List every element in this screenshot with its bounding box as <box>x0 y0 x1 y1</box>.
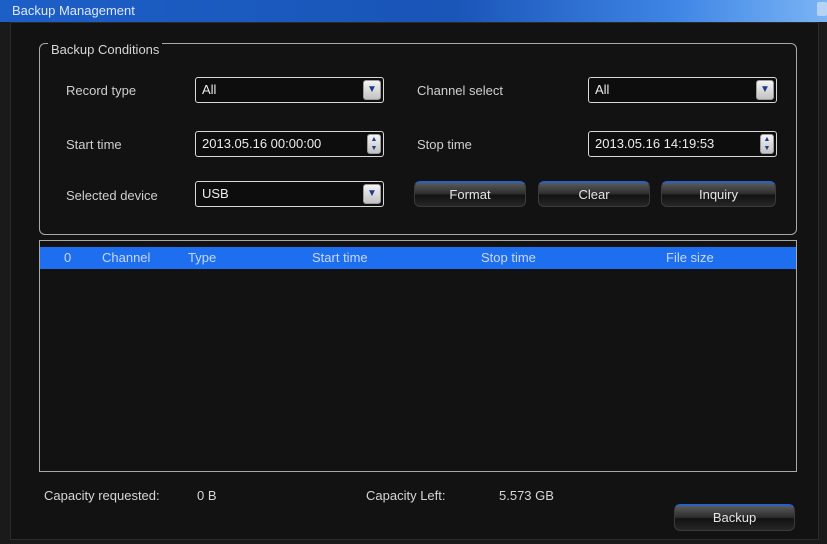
spin-up-icon[interactable]: ▲ <box>761 135 773 144</box>
capacity-requested-value: 0 B <box>197 488 217 503</box>
backup-conditions-legend: Backup Conditions <box>48 43 163 57</box>
results-table[interactable]: 0 Channel Type Start time Stop time File… <box>39 240 797 472</box>
start-time-input[interactable]: 2013.05.16 00:00:00 ▲ ▼ <box>195 131 384 157</box>
channel-select-value: All <box>595 82 610 97</box>
selected-device-value: USB <box>202 186 229 201</box>
table-header: 0 Channel Type Start time Stop time File… <box>40 247 796 269</box>
column-header-file-size[interactable]: File size <box>666 247 714 269</box>
selected-device-label: Selected device <box>66 188 158 203</box>
capacity-requested-label: Capacity requested: <box>44 488 160 503</box>
spin-down-icon[interactable]: ▼ <box>368 144 380 153</box>
stop-time-value: 2013.05.16 14:19:53 <box>595 136 715 151</box>
start-time-value: 2013.05.16 00:00:00 <box>202 136 322 151</box>
title-bar: Backup Management <box>0 0 827 22</box>
window-title: Backup Management <box>12 3 135 18</box>
backup-button[interactable]: Backup <box>674 504 795 531</box>
spin-down-icon[interactable]: ▼ <box>761 144 773 153</box>
channel-select-label: Channel select <box>417 83 503 98</box>
column-header-stop-time[interactable]: Stop time <box>481 247 536 269</box>
stop-time-label: Stop time <box>417 137 472 152</box>
channel-select[interactable]: All ▼ <box>588 77 777 103</box>
clear-button[interactable]: Clear <box>538 181 650 207</box>
chevron-down-icon[interactable]: ▼ <box>363 80 381 100</box>
chevron-down-icon[interactable]: ▼ <box>756 80 774 100</box>
column-header-index[interactable]: 0 <box>64 247 71 269</box>
start-time-label: Start time <box>66 137 122 152</box>
chevron-down-icon[interactable]: ▼ <box>363 184 381 204</box>
record-type-value: All <box>202 82 217 97</box>
inquiry-button[interactable]: Inquiry <box>661 181 776 207</box>
column-header-start-time[interactable]: Start time <box>312 247 368 269</box>
capacity-left-label: Capacity Left: <box>366 488 446 503</box>
start-time-spinner[interactable]: ▲ ▼ <box>367 134 381 154</box>
capacity-left-value: 5.573 GB <box>499 488 554 503</box>
column-header-type[interactable]: Type <box>188 247 216 269</box>
column-header-channel[interactable]: Channel <box>102 247 150 269</box>
stop-time-input[interactable]: 2013.05.16 14:19:53 ▲ ▼ <box>588 131 777 157</box>
close-icon[interactable] <box>817 2 827 16</box>
stop-time-spinner[interactable]: ▲ ▼ <box>760 134 774 154</box>
selected-device-select[interactable]: USB ▼ <box>195 181 384 207</box>
record-type-label: Record type <box>66 83 137 98</box>
record-type-select[interactable]: All ▼ <box>195 77 384 103</box>
spin-up-icon[interactable]: ▲ <box>368 135 380 144</box>
format-button[interactable]: Format <box>414 181 526 207</box>
